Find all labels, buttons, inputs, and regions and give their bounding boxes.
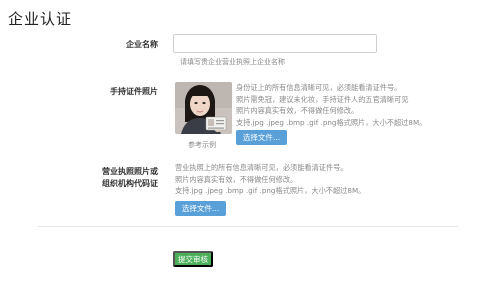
business-license-label: 营业执照照片或 组织机构代码证 (58, 166, 158, 190)
business-license-description: 营业执照上的所有信息清晰可见，必须能看清证件号。 照片内容真实有效，不得做任何修… (175, 162, 365, 197)
business-license-label-line1: 营业执照照片或 (102, 167, 158, 176)
id-desc-line: 身份证上的所有信息清晰可见，必须能看清证件号。 (236, 83, 402, 92)
company-name-input[interactable] (173, 34, 377, 53)
page-title: 企业认证 (8, 10, 73, 28)
business-license-label-line2: 组织机构代码证 (102, 179, 158, 188)
id-desc-line: 照片内容真实有效，不得做任何修改。 (236, 106, 359, 115)
sample-photo-image (175, 82, 232, 134)
license-desc-line: 照片内容真实有效，不得做任何修改。 (175, 174, 298, 184)
company-name-hint: 请填写贵企业营业执照上企业名称 (180, 58, 285, 66)
id-photo-description: 身份证上的所有信息清晰可见，必须能看清证件号。 照片需免冠，建议未化妆，手持证件… (236, 82, 426, 128)
id-desc-line: 支持.jpg .jpeg .bmp .gif .png格式照片，大小不超过8M。 (236, 117, 427, 127)
id-photo-choose-file-button[interactable]: 选择文件... (236, 130, 287, 145)
sample-caption: 参考示例 (188, 141, 216, 149)
divider (37, 226, 458, 227)
business-license-choose-file-button[interactable]: 选择文件... (175, 201, 226, 216)
id-photo-label: 手持证件照片 (110, 87, 158, 96)
license-desc-line: 支持.jpg .jpeg .bmp .gif .png格式照片，大小不超过8M。 (175, 186, 366, 195)
company-name-label: 企业名称 (126, 40, 158, 49)
id-desc-line: 照片需免冠，建议未化妆，手持证件人的五官清晰可见 (236, 94, 409, 104)
submit-review-button[interactable]: 提交审核 (173, 251, 213, 267)
license-desc-line: 营业执照上的所有信息清晰可见，必须能看清证件号。 (175, 163, 348, 172)
